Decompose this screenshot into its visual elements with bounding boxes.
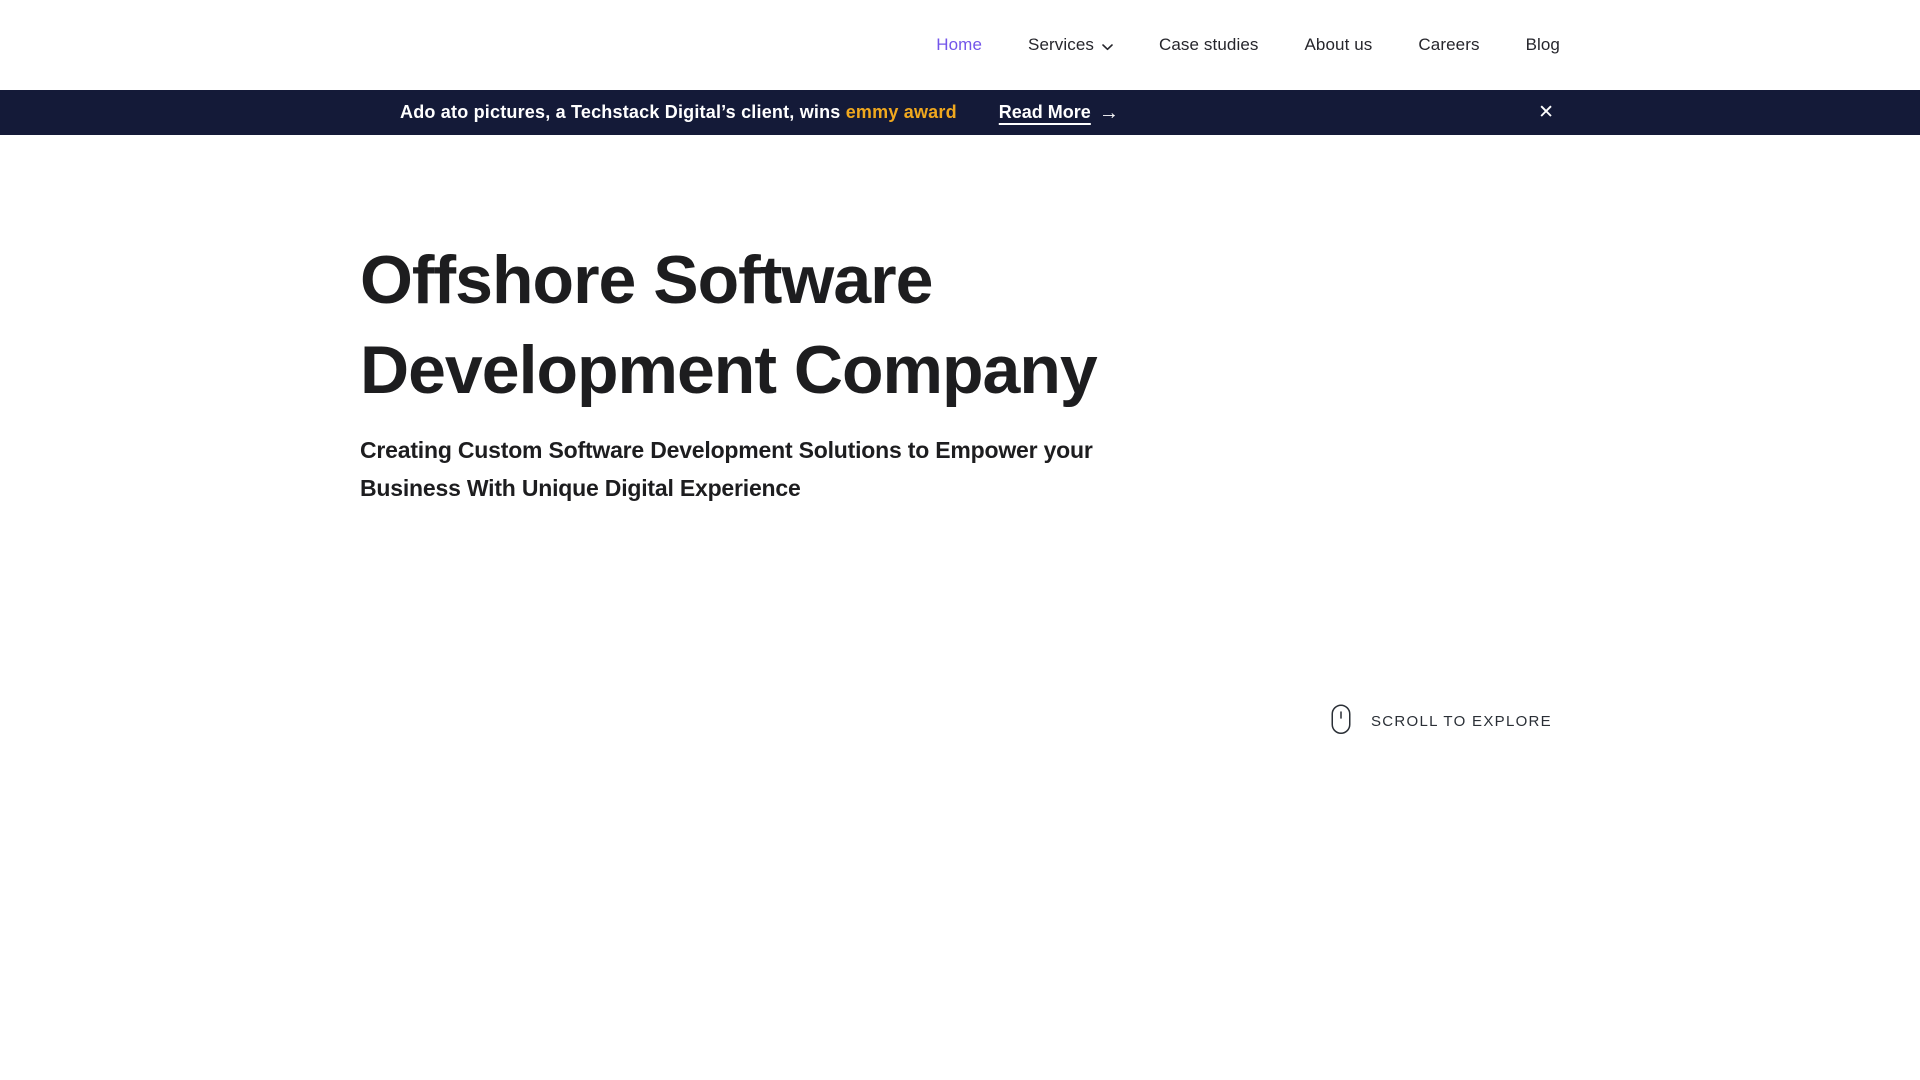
nav-item-careers[interactable]: Careers [1418,35,1479,55]
scroll-to-explore-label: SCROLL TO EXPLORE [1371,713,1552,730]
page-title: Offshore Software Development Company [360,235,1160,415]
mouse-icon [1331,704,1351,738]
banner-close-button[interactable]: ✕ [1532,99,1560,126]
nav-item-case-studies[interactable]: Case studies [1159,35,1258,55]
nav-item-about-us[interactable]: About us [1304,35,1372,55]
nav-item-home[interactable]: Home [936,35,982,55]
chevron-down-icon [1102,36,1113,56]
scroll-to-explore[interactable]: SCROLL TO EXPLORE [1331,705,1552,737]
announcement-banner-inner: Ado ato pictures, a Techstack Digital’s … [360,99,1560,126]
read-more-label: Read More [999,102,1091,123]
hero-section: Offshore Software Development Company Cr… [360,135,1560,507]
close-icon: ✕ [1538,101,1554,123]
nav-item-services-label: Services [1028,35,1094,55]
announcement-message-text: Ado ato pictures, a Techstack Digital’s … [400,102,846,122]
nav-item-blog[interactable]: Blog [1526,35,1560,55]
announcement-message: Ado ato pictures, a Techstack Digital’s … [400,102,957,123]
page-subtitle: Creating Custom Software Development Sol… [360,431,1190,507]
nav-item-services[interactable]: Services [1028,34,1113,56]
announcement-highlight: emmy award [846,102,957,122]
arrow-right-icon: → [1099,103,1119,123]
header-container: Home Services Case studies About us Care… [360,34,1560,56]
top-header: Home Services Case studies About us Care… [0,0,1920,90]
read-more-link[interactable]: Read More → [999,102,1119,123]
main-nav: Home Services Case studies About us Care… [936,34,1560,56]
announcement-banner: Ado ato pictures, a Techstack Digital’s … [0,90,1920,135]
